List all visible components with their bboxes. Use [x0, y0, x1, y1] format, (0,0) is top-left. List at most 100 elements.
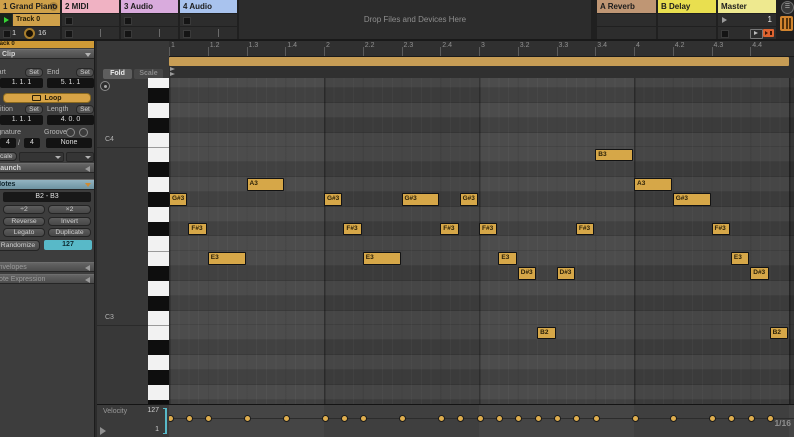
master-stop-slot[interactable]	[718, 27, 776, 39]
midi-note-D#3[interactable]: D#3	[750, 267, 769, 280]
length-value[interactable]: 4. 0. 0	[47, 115, 94, 125]
midi-note-A3[interactable]: A3	[246, 178, 285, 191]
clip-play-button[interactable]	[0, 14, 12, 26]
set-position-button[interactable]: Set	[25, 105, 43, 114]
clip-stop-icon[interactable]	[124, 30, 132, 38]
clip-slot[interactable]	[121, 27, 178, 39]
groove-hotswap-icon[interactable]	[79, 128, 88, 137]
midi-note-E3[interactable]: E3	[207, 252, 246, 266]
piano-key-B2[interactable]	[148, 325, 169, 340]
velocity-marker[interactable]	[282, 415, 290, 422]
piano-key-D3[interactable]	[148, 281, 169, 296]
velocity-marker[interactable]	[169, 415, 174, 422]
return-a-slot-2[interactable]	[597, 27, 656, 39]
midi-note-B2[interactable]: B2	[769, 326, 788, 340]
mixer-view-icon[interactable]	[780, 16, 793, 31]
velocity-marker[interactable]	[185, 415, 193, 422]
midi-note-F#3[interactable]: F#3	[343, 222, 362, 236]
drop-zone[interactable]: Drop Files and Devices Here	[239, 0, 591, 39]
midi-note-F#3[interactable]: F#3	[575, 222, 595, 236]
signature-denominator[interactable]: 4	[24, 138, 40, 148]
piano-key-E3[interactable]	[148, 251, 169, 266]
midi-note-G#3[interactable]: G#3	[324, 193, 343, 206]
track-title-2[interactable]: 2 MIDI	[62, 0, 119, 13]
clip-slot[interactable]	[62, 14, 119, 26]
clip-stop-icon[interactable]	[183, 17, 191, 25]
beat-time-ruler[interactable]: 1 1.2 1.3 1.4 2 2.2 2.3 2.4 3 3.2 3.3 3.4 4 4.2 4.3 4.4	[169, 41, 794, 57]
piano-key-C#4[interactable]	[148, 117, 169, 133]
note-range-display[interactable]: B2 - B3	[3, 192, 91, 202]
duplicate-button[interactable]: Duplicate	[48, 228, 91, 237]
master-track-title[interactable]: Master	[718, 0, 776, 13]
clip-slot[interactable]: 1 16	[0, 27, 60, 39]
set-start-button[interactable]: Set	[25, 68, 43, 77]
clip-slot[interactable]	[180, 14, 237, 26]
clip-slot[interactable]	[121, 14, 178, 26]
lane-expand-icon[interactable]	[100, 427, 106, 435]
midi-note-F#3[interactable]: F#3	[711, 222, 730, 236]
clip-stop-icon[interactable]	[3, 30, 11, 38]
velocity-marker[interactable]	[554, 415, 561, 422]
midi-note-F#3[interactable]: F#3	[479, 222, 498, 236]
piano-key-G3[interactable]	[148, 207, 169, 222]
piano-key-C3[interactable]	[148, 311, 169, 326]
scene-play-icon[interactable]	[722, 17, 727, 23]
legato-button[interactable]: Legato	[3, 228, 45, 237]
velocity-marker[interactable]	[592, 415, 600, 422]
velocity-lane[interactable]: 1/16	[169, 405, 794, 437]
clip-slot[interactable]	[180, 27, 237, 39]
randomize-button[interactable]: Randomize	[0, 240, 40, 251]
midi-note-F#3[interactable]: F#3	[440, 222, 459, 236]
position-value[interactable]: 1. 1. 1	[0, 115, 43, 125]
start-value[interactable]: 1. 1. 1	[0, 78, 43, 88]
invert-button[interactable]: Invert	[48, 217, 91, 226]
set-length-button[interactable]: Set	[76, 105, 94, 114]
return-b-slot-2[interactable]	[658, 27, 716, 39]
piano-key-A3[interactable]	[148, 177, 169, 192]
piano-key-D4[interactable]	[148, 103, 169, 118]
midi-note-G#3[interactable]: G#3	[459, 193, 478, 206]
velocity-marker[interactable]	[244, 415, 251, 422]
velocity-marker[interactable]	[515, 415, 523, 422]
midi-note-D#3[interactable]: D#3	[517, 267, 537, 280]
end-value[interactable]: 5. 1. 1	[47, 78, 94, 88]
midi-note-E3[interactable]: E3	[498, 252, 517, 266]
track-title-4[interactable]: 4 Audio	[180, 0, 237, 13]
note-grid[interactable]: G#3 F#3 E3 A3 G#3 F#3 E3 G#3 F#3 G#3 F#3 E3 D#3 B2 D#3…	[169, 78, 794, 404]
velocity-marker[interactable]	[476, 415, 484, 422]
midi-note-G#3[interactable]: G#3	[401, 193, 440, 206]
piano-key-E4[interactable]	[148, 78, 169, 88]
halve-time-button[interactable]: ÷2	[3, 205, 45, 214]
midi-note-B3[interactable]: B3	[595, 148, 633, 162]
preview-headphone-icon[interactable]	[100, 81, 110, 91]
clip-section-header[interactable]: Clip	[0, 49, 94, 59]
velocity-marker[interactable]	[631, 415, 639, 422]
stop-all-clips-icon[interactable]	[721, 30, 729, 38]
envelopes-section-header[interactable]: Envelopes	[0, 262, 94, 272]
piano-key-F3[interactable]	[148, 236, 169, 251]
piano-keyboard[interactable]	[148, 78, 170, 404]
velocity-range-handle[interactable]	[163, 408, 167, 434]
velocity-marker[interactable]	[340, 415, 348, 422]
piano-key-A2[interactable]	[148, 355, 169, 370]
midi-note-E3[interactable]: E3	[730, 252, 750, 266]
scale-mode-button[interactable]: Scale	[0, 152, 17, 161]
launch-section-header[interactable]: Launch	[0, 163, 94, 173]
piano-key-G#2[interactable]	[148, 369, 169, 385]
clip-stop-icon[interactable]	[65, 30, 73, 38]
scale-name-dropdown[interactable]	[66, 152, 94, 162]
velocity-marker[interactable]	[321, 415, 329, 422]
track-title-3[interactable]: 3 Audio	[121, 0, 178, 13]
loop-start-marker-icon[interactable]	[170, 72, 175, 76]
return-track-b-title[interactable]: B Delay	[658, 0, 716, 13]
clip-track0[interactable]: Track 0	[13, 14, 60, 26]
clip-title-bar[interactable]: Track 0	[0, 41, 94, 48]
randomize-amount[interactable]: 127	[44, 240, 92, 250]
return-a-slot-1[interactable]	[597, 14, 656, 26]
velocity-marker[interactable]	[205, 415, 213, 422]
set-end-button[interactable]: Set	[76, 68, 94, 77]
piano-key-C4[interactable]	[148, 133, 169, 148]
midi-note-A3[interactable]: A3	[634, 178, 672, 191]
hamburger-menu-icon[interactable]: ☰	[781, 1, 794, 14]
back-to-arrangement-icon[interactable]	[750, 29, 763, 39]
